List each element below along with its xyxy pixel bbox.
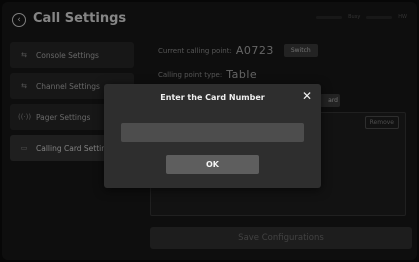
close-icon[interactable]: ✕: [302, 90, 312, 102]
dialog-title: Enter the Card Number: [160, 93, 265, 102]
card-number-input[interactable]: [121, 123, 304, 142]
ok-button[interactable]: OK: [166, 155, 259, 174]
card-number-dialog: Enter the Card Number ✕ OK: [104, 84, 321, 188]
